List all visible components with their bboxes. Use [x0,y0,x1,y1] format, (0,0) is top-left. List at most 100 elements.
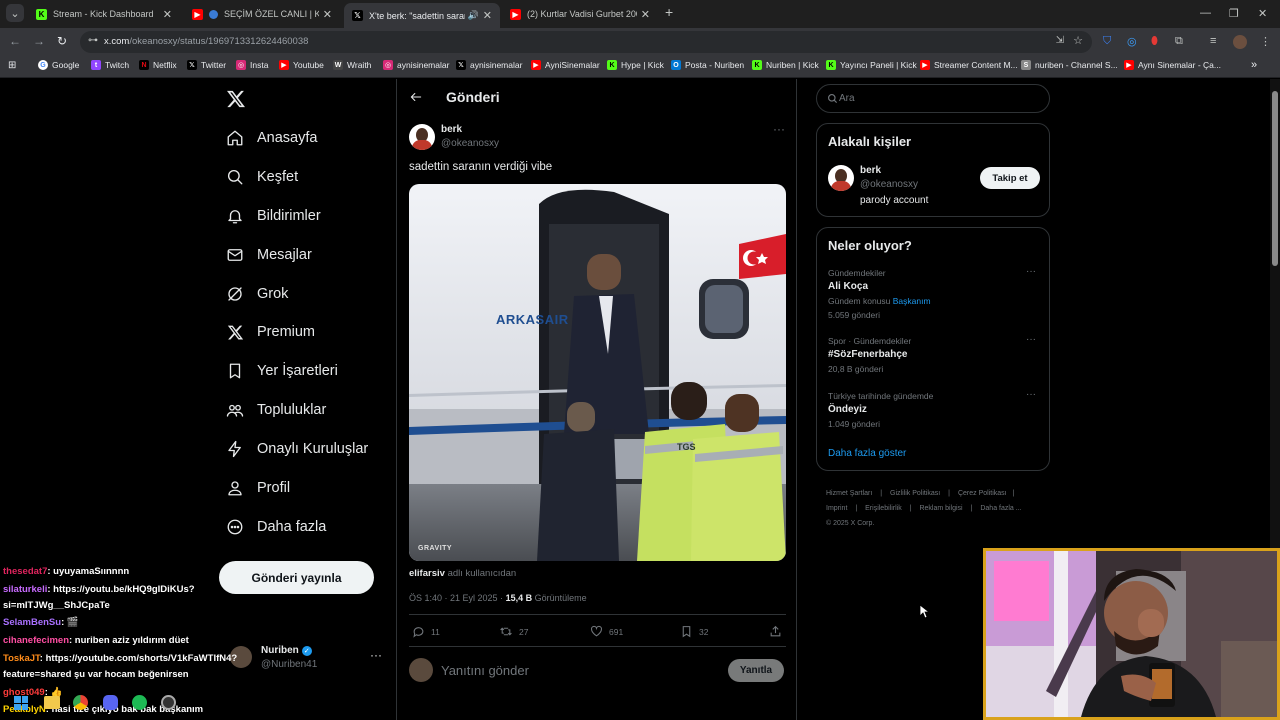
bookmark-item[interactable]: Snuriben - Channel S... [1021,60,1118,70]
bookmark-item[interactable]: t Twitch [91,60,129,70]
post-video[interactable]: ARKASAIR TGS GRAVITY [409,184,786,561]
bookmark-item[interactable]: K Nuriben | Kick [752,60,819,70]
extension-red-icon[interactable]: ⬮ [1151,35,1158,48]
close-tab-icon[interactable]: ✕ [163,8,172,21]
reload-icon[interactable]: ↻ [57,34,67,48]
nav-more[interactable]: Daha fazla [226,515,326,539]
bookmark-item[interactable]: N Netflix [139,60,177,70]
footer-link[interactable]: Erişilebilirlik [865,505,902,512]
nav-communities[interactable]: Topluluklar [226,398,326,422]
author-name[interactable]: berk [441,124,462,135]
nav-notifications[interactable]: Bildirimler [226,204,321,228]
author-avatar[interactable] [828,165,854,191]
nav-grok[interactable]: Grok [226,282,288,306]
extensions-puzzle-icon[interactable]: ⧉ [1175,35,1183,48]
install-app-icon[interactable]: ⇲ [1056,35,1064,46]
bookmark-item[interactable]: ▶ Aynı Sinemalar - Ça... [1124,60,1221,70]
close-window-icon[interactable]: ✕ [1258,7,1267,20]
forward-icon[interactable]: → [33,34,45,48]
browser-tab[interactable]: ▶ SEÇİM ÖZEL CANLI | Kulübü ✕ [184,3,340,25]
extension-shield-icon[interactable]: ⛉ [1103,35,1111,48]
apps-grid-icon[interactable]: ⊞ [8,60,16,71]
browser-tab[interactable]: ▶ (2) Kurtlar Vadisi Gurbet 2003 ✕ [502,3,658,25]
footer-link[interactable]: Çerez Politikası [958,490,1007,497]
bookmark-item[interactable]: ▶ AyniSinemalar [531,60,600,70]
x-logo-icon[interactable] [226,89,246,114]
new-tab-icon[interactable]: + [665,4,673,20]
search-box[interactable]: Ara [816,84,1050,113]
author-handle[interactable]: @okeanosxy [441,138,499,149]
bookmark-item[interactable]: W Wraith [333,60,371,70]
trend-link[interactable]: Başkanım [893,296,931,306]
bookmark-item[interactable]: K Hype | Kick [607,60,664,70]
footer-link[interactable]: Reklam bilgisi [919,505,962,512]
post-more-icon[interactable]: ··· [773,122,785,136]
footer-link[interactable]: Imprint [826,505,847,512]
reply-button[interactable]: Yanıtla [728,659,784,682]
profile-avatar-icon[interactable] [1233,35,1247,49]
nav-verified-orgs[interactable]: Onaylı Kuruluşlar [226,437,368,461]
back-icon[interactable]: ← [9,34,21,48]
bookmark-star-icon[interactable]: ☆ [1073,34,1083,47]
close-tab-icon[interactable]: ✕ [483,9,492,22]
related-handle[interactable]: @okeanosxy [860,179,918,190]
browser-tab-active[interactable]: 𝕏 X'te berk: "sadettin saranın 🔊 ✕ [344,3,500,28]
browser-tab[interactable]: K Stream - Kick Dashboard ✕ [28,3,180,25]
browser-menu-icon[interactable]: ⋮ [1260,35,1271,48]
tab-search-chevron-icon[interactable]: ⌄ [6,4,24,22]
speaker-icon[interactable]: 🔊 [468,10,479,21]
close-tab-icon[interactable]: ✕ [323,8,332,21]
nav-bookmarks[interactable]: Yer İşaretleri [226,359,338,383]
app-icon[interactable] [161,695,176,710]
file-explorer-icon[interactable] [44,696,60,709]
reply-action[interactable]: 11 [412,625,440,638]
bookmark-item[interactable]: K Yayıncı Paneli | Kick [826,60,917,70]
discord-icon[interactable] [103,695,118,710]
site-info-icon[interactable]: ⊶ [88,35,98,46]
windows-start-icon[interactable] [14,696,28,710]
extension-swirl-icon[interactable]: ◎ [1127,35,1137,48]
trend-item[interactable]: Gündemdekiler Ali Koça Gündem konusu Baş… [817,266,1049,322]
more-dots-icon[interactable]: ··· [1026,389,1036,400]
bookmark-item[interactable]: ◎ Insta [236,60,268,70]
bookmark-item[interactable]: O Posta - Nuriben [671,60,744,70]
trend-item[interactable]: Spor · Gündemdekiler #SözFenerbahçe 20,8… [817,334,1049,378]
search-input[interactable]: Ara [839,93,855,104]
like-action[interactable]: 691 [590,625,623,638]
minimize-icon[interactable]: — [1200,7,1211,19]
repost-action[interactable]: 27 [499,625,528,638]
trend-item[interactable]: Türkiye tarihinde gündemde Öndeyiz 1.049… [817,389,1049,433]
back-arrow-icon[interactable] [409,90,423,109]
footer-link[interactable]: Hizmet Şartları [826,490,872,497]
post-timestamp[interactable]: ÖS 1:40 · 21 Eyl 2025 · [409,593,503,603]
related-name[interactable]: berk [860,165,881,176]
reply-input[interactable]: Yanıtını gönder [441,663,529,678]
nav-profile[interactable]: Profil [226,476,290,500]
footer-link[interactable]: Daha fazla ... [980,505,1021,512]
source-user-link[interactable]: elifarsiv [409,568,445,579]
author-avatar[interactable] [409,124,435,150]
nav-explore[interactable]: Keşfet [226,165,298,189]
nav-home[interactable]: Anasayfa [226,126,317,150]
scrollbar-thumb[interactable] [1272,91,1278,266]
close-tab-icon[interactable]: ✕ [641,8,650,21]
media-control-icon[interactable]: ≡ [1210,35,1216,47]
show-more-link[interactable]: Daha fazla göster [828,448,906,459]
maximize-icon[interactable]: ❐ [1229,7,1239,20]
bookmark-item[interactable]: 𝕏 Twitter [187,60,226,70]
footer-link[interactable]: Gizlilik Politikası [890,490,940,497]
bookmark-item[interactable]: 𝕏aynisinemalar [456,60,522,70]
spotify-icon[interactable] [132,695,147,710]
share-icon[interactable] [769,625,788,638]
bookmark-item[interactable]: G Google [38,60,79,70]
more-dots-icon[interactable]: ··· [1026,334,1036,345]
address-bar[interactable]: ⊶ x.com/okeanosxy/status/196971331262446… [80,31,1092,53]
follow-button[interactable]: Takip et [980,167,1040,189]
more-dots-icon[interactable]: ··· [1026,266,1036,277]
bookmark-item[interactable]: ▶ Streamer Content M... [920,60,1018,70]
bookmark-item[interactable]: ◎ aynisinemalar [383,60,449,70]
bookmark-item[interactable]: ▶ Youtube [279,60,324,70]
chrome-icon[interactable] [73,695,88,710]
more-bookmarks-chevron-icon[interactable]: » [1251,59,1257,71]
nav-premium[interactable]: Premium [226,320,315,344]
